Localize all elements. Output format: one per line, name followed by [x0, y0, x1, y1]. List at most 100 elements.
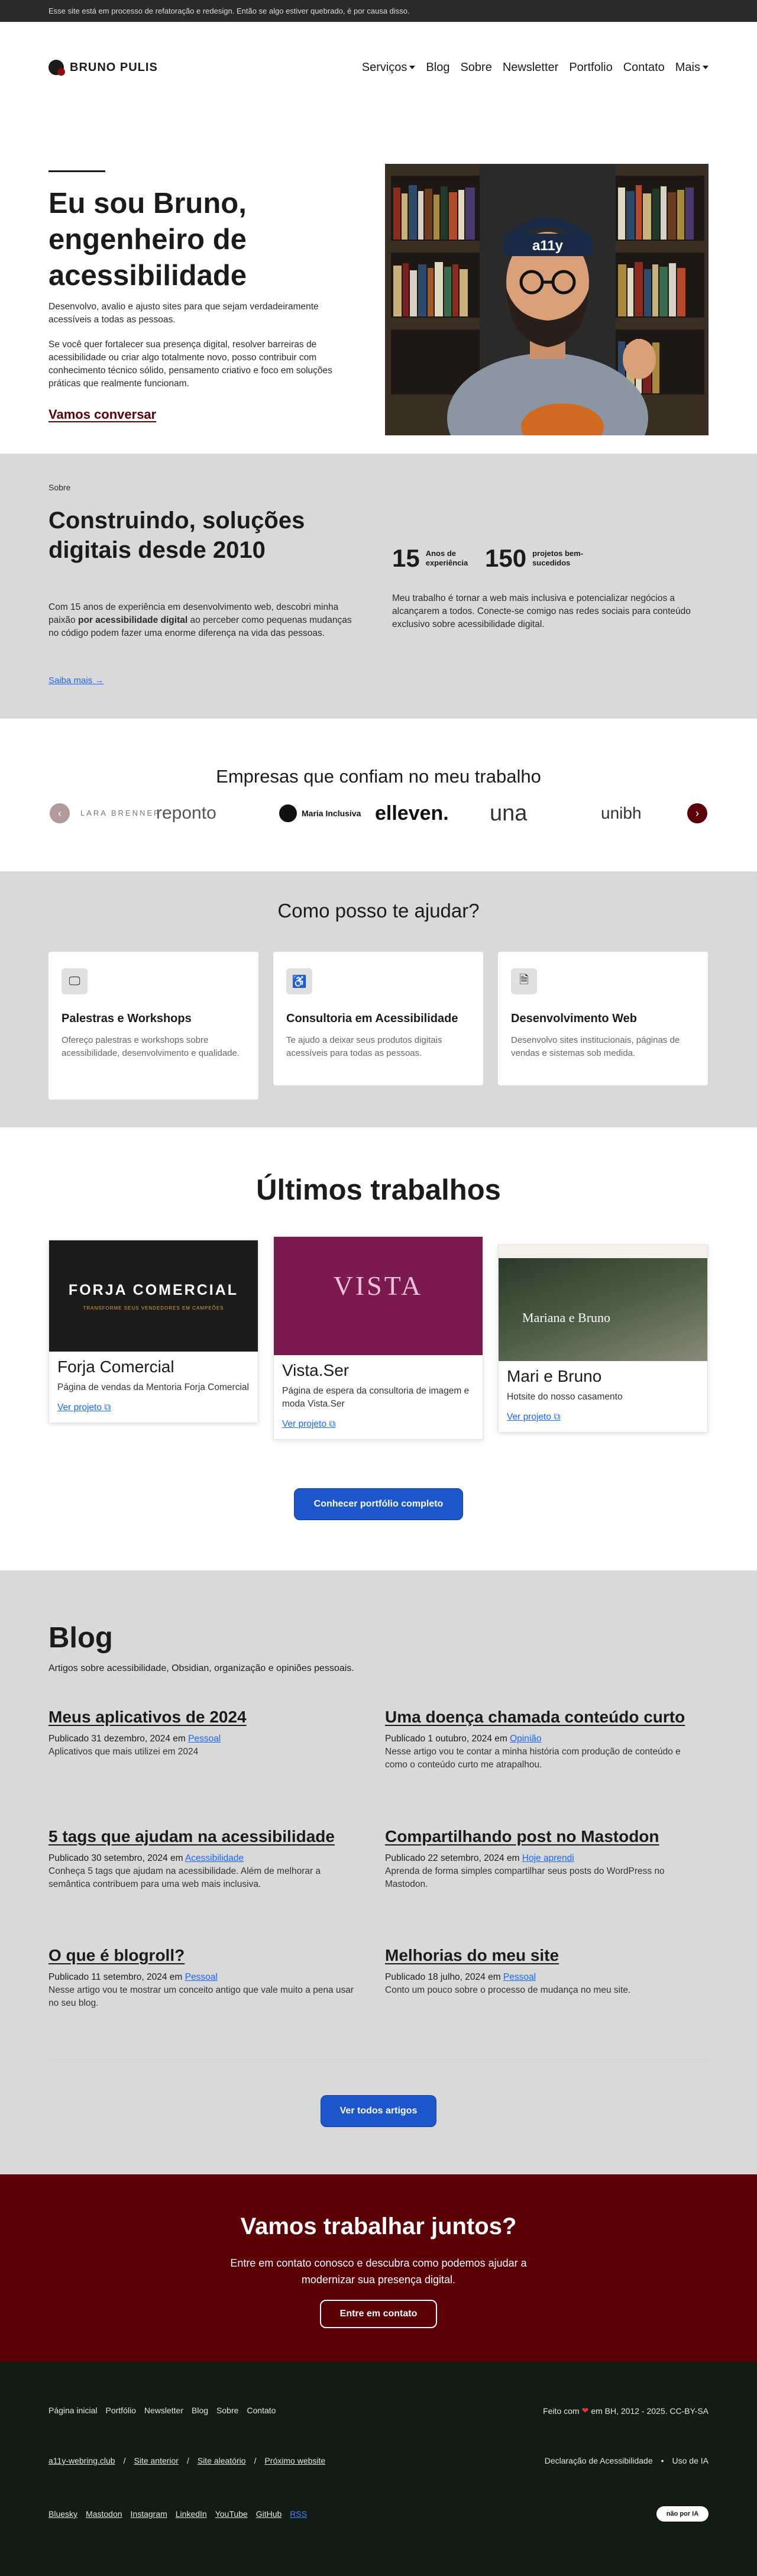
project-link[interactable]: Ver projeto ⧉	[57, 1402, 111, 1413]
footer-credit: Feito com ❤ em BH, 2012 - 2025. CC-BY-SA	[543, 2406, 709, 2416]
social-mastodon-link[interactable]: Mastodon	[86, 2509, 122, 2519]
project-text: Hotsite do nosso casamento	[507, 1392, 623, 1402]
project-image: VISTA	[274, 1237, 483, 1355]
footer-link-newsletter[interactable]: Newsletter	[144, 2406, 183, 2415]
client-logo-reponto: reponto	[156, 803, 216, 823]
nav-blog[interactable]: Blog	[426, 61, 449, 75]
nav-about[interactable]: Sobre	[460, 61, 491, 75]
site-logo[interactable]: BRUNO PULIS	[48, 60, 158, 76]
nav-more[interactable]: Mais	[675, 61, 709, 75]
footer-link-blog[interactable]: Blog	[192, 2406, 208, 2415]
portfolio-button[interactable]: Conhecer portfólio completo	[294, 1488, 463, 1520]
post-meta: Publicado 22 setembro, 2024 em Hoje apre…	[385, 1852, 698, 1865]
nav-portfolio[interactable]: Portfolio	[569, 61, 612, 75]
stat-value: 150	[485, 544, 527, 572]
social-bluesky-link[interactable]: Bluesky	[48, 2509, 77, 2519]
logo-icon	[48, 60, 65, 76]
post-title-link[interactable]: Compartilhando post no Mastodon	[385, 1827, 698, 1846]
social-github-link[interactable]: GitHub	[256, 2509, 282, 2519]
project-image-photo	[499, 1258, 707, 1361]
external-link-icon: ⧉	[104, 1402, 111, 1413]
not-by-ai-badge[interactable]: não por IA	[656, 2506, 709, 2522]
webring-prev-link[interactable]: Site anterior	[134, 2456, 178, 2465]
hero-divider	[48, 170, 105, 172]
client-logo-mark-icon	[279, 804, 297, 822]
webring-random-link[interactable]: Site aleatório	[198, 2456, 246, 2465]
post-title-link[interactable]: Uma doença chamada conteúdo curto	[385, 1708, 698, 1727]
blog-all-button[interactable]: Ver todos artigos	[321, 2095, 436, 2127]
footer-link-home[interactable]: Página inicial	[48, 2406, 98, 2415]
services-section: Como posso te ajudar? 🖵 Palestras e Work…	[0, 871, 757, 1127]
footer-link-about[interactable]: Sobre	[216, 2406, 238, 2415]
webring-next-link[interactable]: Próximo website	[264, 2456, 325, 2465]
ai-usage-link[interactable]: Uso de IA	[672, 2456, 709, 2465]
nav-newsletter[interactable]: Newsletter	[503, 61, 558, 75]
blog-post: O que é blogroll? Publicado 11 setembro,…	[48, 1946, 362, 2010]
clients-title: Empresas que confiam no meu trabalho	[216, 766, 541, 787]
about-title: Construindo, soluções digitais desde 201…	[48, 508, 305, 563]
post-title-link[interactable]: Meus aplicativos de 2024	[48, 1708, 362, 1727]
about-text-secondary: Meu trabalho é tornar a web mais inclusi…	[392, 593, 691, 629]
post-category-link[interactable]: Opinião	[510, 1734, 541, 1744]
client-logo-una: una	[490, 800, 528, 826]
nav-services-label: Serviços	[361, 60, 407, 74]
chevron-down-icon	[409, 66, 416, 70]
project-text: Página de vendas da Mentoria Forja Comer…	[57, 1382, 249, 1392]
project-title: Forja Comercial	[57, 1358, 174, 1376]
about-section: Sobre Construindo, soluções digitais des…	[0, 454, 757, 719]
project-image: FORJA COMERCIAL TRANSFORME SEUS VENDEDOR…	[49, 1240, 258, 1352]
carousel-prev-button[interactable]: ‹	[50, 803, 70, 823]
footer-link-portfolio[interactable]: Portfólio	[106, 2406, 136, 2415]
social-linkedin-link[interactable]: LinkedIn	[176, 2509, 207, 2519]
client-logo-maria-inclusiva: Maria Inclusiva	[279, 804, 361, 823]
main-nav: Serviços Blog Sobre Newsletter Portfolio…	[362, 61, 709, 75]
post-category-link[interactable]: Pessoal	[188, 1734, 221, 1744]
project-card-vistaser: VISTA Vista.Ser Página de espera da cons…	[273, 1236, 483, 1440]
post-title-link[interactable]: Melhorias do meu site	[385, 1946, 698, 1965]
service-text: Te ajudo a deixar seus produtos digitais…	[286, 1035, 442, 1058]
footer-nav: Página inicial Portfólio Newsletter Blog…	[48, 2406, 276, 2415]
post-title-link[interactable]: 5 tags que ajudam na acessibilidade	[48, 1827, 362, 1846]
post-excerpt: Aprenda de forma simples compartilhar se…	[385, 1866, 665, 1889]
social-instagram-link[interactable]: Instagram	[131, 2509, 167, 2519]
social-youtube-link[interactable]: YouTube	[215, 2509, 248, 2519]
client-logo-unibh: unibh	[601, 804, 642, 822]
project-link[interactable]: Ver projeto ⧉	[282, 1419, 335, 1429]
separator: /	[254, 2456, 257, 2465]
accessibility-statement-link[interactable]: Declaração de Acessibilidade	[545, 2456, 653, 2465]
bullet-separator: •	[661, 2456, 664, 2465]
post-category-link[interactable]: Pessoal	[503, 1972, 536, 1982]
post-category-link[interactable]: Pessoal	[185, 1972, 218, 1982]
post-excerpt: Conto um pouco sobre o processo de mudan…	[385, 1985, 631, 1995]
service-card-talks: 🖵 Palestras e Workshops Ofereço palestra…	[48, 952, 258, 1100]
hero-cta-link[interactable]: Vamos conversar	[48, 407, 156, 422]
about-text: Com 15 anos de experiência em desenvolvi…	[48, 601, 356, 640]
monitor-icon: 🖵	[62, 968, 88, 994]
client-logo-lara-brenner: LARA BRENNER	[80, 809, 161, 817]
nav-services[interactable]: Serviços	[362, 61, 416, 75]
webring-nav: a11y-webring.club / Site anterior / Site a…	[48, 2456, 325, 2465]
post-date: Publicado 22 setembro, 2024 em	[385, 1853, 522, 1863]
social-links: Bluesky Mastodon Instagram LinkedIn YouT…	[48, 2509, 307, 2519]
blog-post: 5 tags que ajudam na acessibilidade Publ…	[48, 1827, 362, 1891]
project-image-subtitle: TRANSFORME SEUS VENDEDORES EM CAMPEÕES	[83, 1305, 224, 1311]
post-category-link[interactable]: Acessibilidade	[185, 1853, 244, 1863]
about-more-link[interactable]: Saiba mais →	[48, 675, 103, 686]
document-icon: 🗎	[511, 968, 537, 994]
nav-contact[interactable]: Contato	[623, 61, 665, 75]
post-title-link[interactable]: O que é blogroll?	[48, 1946, 362, 1965]
stat-years: 15 Anos de experiência	[392, 544, 479, 573]
service-card-webdev: 🗎 Desenvolvimento Web Desenvolvo sites i…	[498, 952, 708, 1085]
webring-home-link[interactable]: a11y-webring.club	[48, 2456, 115, 2465]
portfolio-section: Últimos trabalhos FORJA COMERCIAL TRANSF…	[0, 1127, 757, 1570]
project-link-label: Ver projeto	[57, 1402, 102, 1413]
stat-label: projetos bem-sucedidos	[532, 549, 584, 567]
project-link[interactable]: Ver projeto ⧉	[507, 1412, 560, 1422]
footer-link-contact[interactable]: Contato	[247, 2406, 276, 2415]
project-image-title: FORJA COMERCIAL	[68, 1282, 239, 1298]
post-category-link[interactable]: Hoje aprendi	[522, 1853, 574, 1863]
project-card-forja: FORJA COMERCIAL TRANSFORME SEUS VENDEDOR…	[48, 1240, 258, 1423]
carousel-next-button[interactable]: ›	[687, 803, 707, 823]
contact-button[interactable]: Entre em contato	[320, 2300, 437, 2328]
rss-link[interactable]: RSS	[290, 2509, 307, 2519]
